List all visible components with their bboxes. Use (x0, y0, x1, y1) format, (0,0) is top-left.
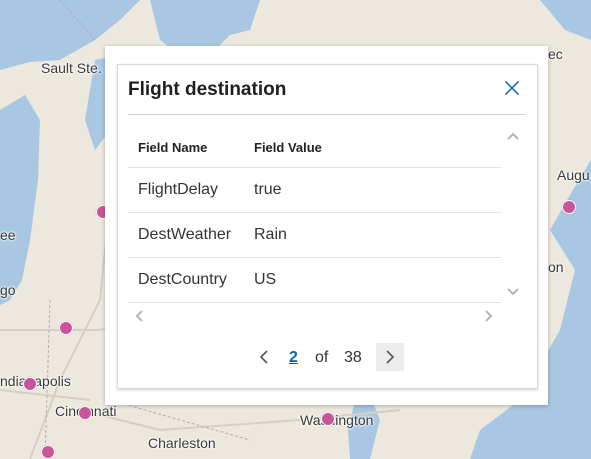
map-label-milwaukee: ee (0, 227, 16, 243)
map-marker[interactable] (562, 200, 576, 214)
popup-panel: Flight destination Field Name Field Valu… (117, 64, 538, 389)
field-table: Field Name Field Value FlightDelay true … (128, 127, 501, 303)
table-row: DestWeather Rain (128, 212, 501, 258)
previous-page-button[interactable] (250, 343, 278, 371)
current-page-number[interactable]: 2 (289, 349, 298, 367)
map-marker[interactable] (78, 406, 92, 420)
map-marker[interactable] (59, 321, 73, 335)
map-label-charleston: Charleston (148, 435, 216, 451)
close-icon[interactable] (501, 77, 523, 99)
field-name-cell: DestCountry (128, 257, 244, 303)
field-name-cell: FlightDelay (128, 167, 244, 213)
table-row: FlightDelay true (128, 167, 501, 213)
scroll-right-icon[interactable] (480, 308, 496, 324)
map-marker[interactable] (23, 377, 37, 391)
map-label-quebec: ec (548, 46, 563, 62)
total-pages: 38 (344, 349, 362, 366)
map-label-augusta: Augu (557, 167, 590, 183)
field-name-cell: DestWeather (128, 212, 244, 258)
popup-title: Flight destination (128, 79, 287, 100)
table-header-row: Field Name Field Value (128, 127, 501, 168)
page-of-label: of (315, 349, 329, 366)
field-value-cell: true (244, 167, 501, 213)
table-row: DestCountry US (128, 257, 501, 303)
map-label-chicago: go (0, 282, 16, 298)
field-value-cell: US (244, 257, 501, 303)
column-header-field-name: Field Name (128, 127, 244, 168)
map-label-sault-ste: Sault Ste. (41, 60, 102, 76)
map-label-washington: Washington (300, 412, 374, 428)
scroll-down-icon[interactable] (505, 283, 521, 299)
map-marker[interactable] (41, 445, 55, 459)
scroll-left-icon[interactable] (132, 308, 148, 324)
title-divider (128, 114, 525, 115)
column-header-field-value: Field Value (244, 127, 501, 168)
field-value-cell: Rain (244, 212, 501, 258)
pagination: 2 of 38 (118, 343, 537, 373)
map-label-boston: on (548, 259, 564, 275)
map-marker[interactable] (321, 412, 335, 426)
next-page-button[interactable] (376, 343, 404, 371)
scroll-up-icon[interactable] (505, 129, 521, 145)
